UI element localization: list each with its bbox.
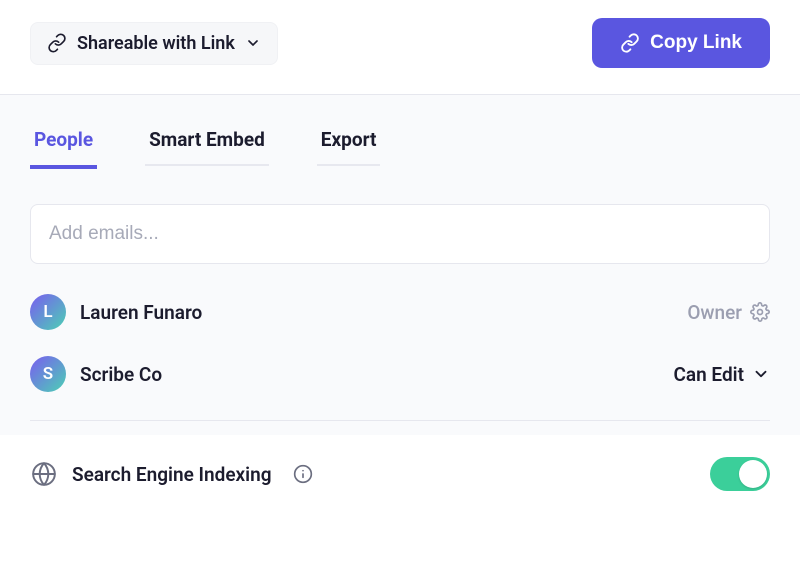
role-label: Owner: [687, 301, 742, 324]
people-panel: L Lauren Funaro Owner S Scribe Co Can Ed: [0, 168, 800, 435]
copy-link-button[interactable]: Copy Link: [592, 18, 770, 68]
tab-export[interactable]: Export: [317, 122, 381, 169]
avatar: S: [30, 356, 66, 392]
avatar: L: [30, 294, 66, 330]
avatar-initial: S: [43, 364, 53, 384]
tab-label: Smart Embed: [149, 128, 265, 151]
chevron-down-icon: [245, 35, 261, 51]
copy-link-label: Copy Link: [650, 32, 742, 54]
gear-icon[interactable]: [750, 302, 770, 322]
chevron-down-icon: [752, 365, 770, 383]
search-indexing-row: Search Engine Indexing: [0, 435, 800, 491]
search-indexing-label: Search Engine Indexing: [72, 463, 272, 486]
member-role-owner: Owner: [687, 301, 770, 324]
tab-label: Export: [321, 128, 377, 151]
avatar-initial: L: [43, 302, 52, 322]
member-list: L Lauren Funaro Owner S Scribe Co Can Ed: [30, 294, 770, 392]
role-label: Can Edit: [673, 363, 744, 386]
share-mode-dropdown[interactable]: Shareable with Link: [30, 22, 278, 65]
toggle-knob: [739, 460, 767, 488]
link-icon: [47, 33, 67, 53]
link-icon: [620, 33, 640, 53]
tab-smart-embed[interactable]: Smart Embed: [145, 122, 269, 169]
globe-icon: [30, 460, 58, 488]
member-role-dropdown[interactable]: Can Edit: [673, 363, 770, 386]
info-icon[interactable]: [292, 463, 314, 485]
member-row: L Lauren Funaro Owner: [30, 294, 770, 330]
share-mode-label: Shareable with Link: [77, 33, 235, 54]
tab-label: People: [34, 128, 93, 151]
divider: [30, 420, 770, 421]
tabs-container: People Smart Embed Export: [0, 94, 800, 168]
share-header: Shareable with Link Copy Link: [0, 0, 800, 94]
member-name: Lauren Funaro: [80, 301, 202, 324]
search-indexing-toggle[interactable]: [710, 457, 770, 491]
tab-people[interactable]: People: [30, 122, 97, 169]
add-emails-input[interactable]: [30, 204, 770, 264]
member-name: Scribe Co: [80, 363, 162, 386]
member-row: S Scribe Co Can Edit: [30, 356, 770, 392]
